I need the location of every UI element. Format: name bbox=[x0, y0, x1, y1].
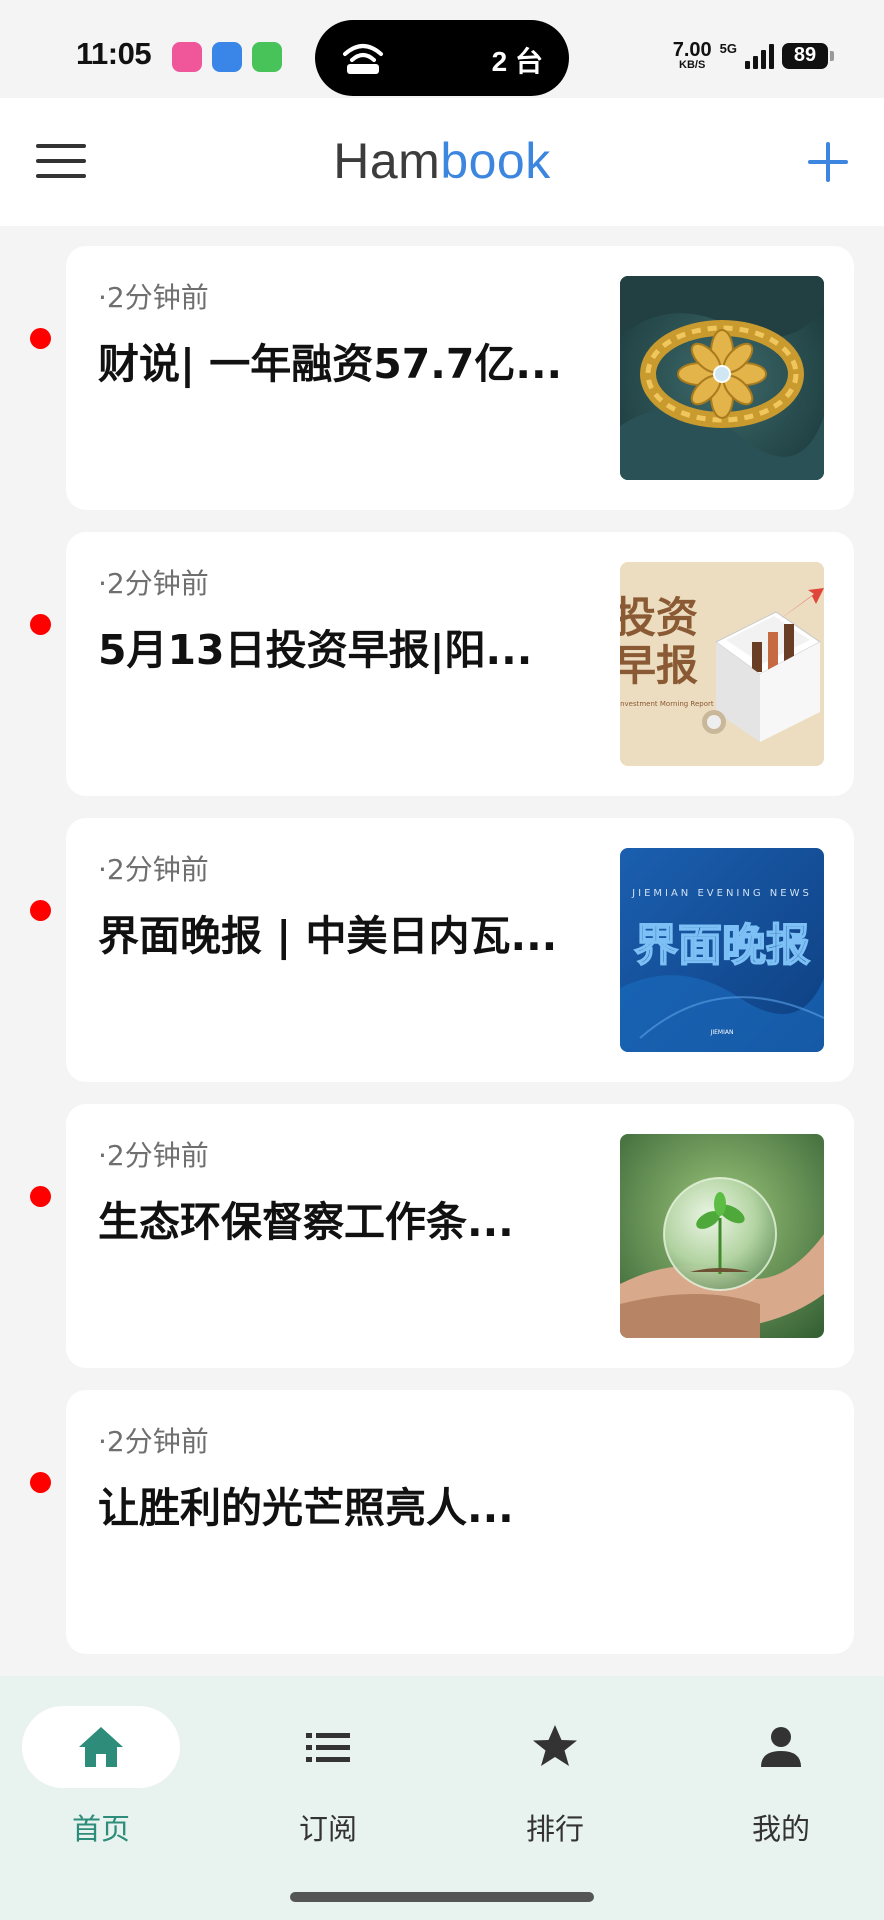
battery-level: 89 bbox=[793, 44, 817, 66]
plus-icon[interactable] bbox=[808, 142, 848, 182]
star-icon bbox=[533, 1725, 577, 1766]
nav-label-home: 首页 bbox=[71, 1812, 130, 1846]
connected-devices-count: 2 台 bbox=[491, 46, 543, 77]
article-title: 界面晚报 | 中美日内瓦... bbox=[98, 912, 558, 960]
article-card[interactable]: ·2分钟前 生态环保督察工作条... bbox=[66, 1104, 854, 1368]
system-indicators: 7.00 KB/S 5G 89 bbox=[673, 40, 834, 71]
status-bar: 11:05 2 台 7.00 KB/S 5G 89 bbox=[0, 0, 884, 98]
glass-globe-plant-image bbox=[620, 1134, 824, 1338]
notification-app-icons bbox=[172, 42, 282, 72]
android-app-icon bbox=[212, 42, 242, 72]
article-thumbnail: JIEMIAN EVENING NEWS 界面晚报 JIEMIAN bbox=[620, 848, 824, 1052]
network-speed-unit: KB/S bbox=[679, 59, 706, 71]
article-time: ·2分钟前 bbox=[98, 567, 209, 600]
home-icon bbox=[79, 1727, 123, 1767]
nav-item-home[interactable]: 首页 bbox=[16, 1706, 186, 1846]
app-title-part1: Ham bbox=[333, 133, 441, 189]
list-item[interactable]: ·2分钟前 财说| 一年融资57.7亿... bbox=[0, 246, 884, 510]
list-item[interactable]: ·2分钟前 5月13日投资早报|阳... 投资 早报 Investment Mo… bbox=[0, 532, 884, 796]
article-thumbnail bbox=[620, 276, 824, 480]
article-thumbnail: 投资 早报 Investment Morning Report bbox=[620, 562, 824, 766]
gold-flower-ring-image bbox=[620, 276, 824, 480]
article-time: ·2分钟前 bbox=[98, 281, 209, 314]
nav-label-subscriptions: 订阅 bbox=[298, 1812, 357, 1846]
unread-indicator bbox=[30, 1472, 51, 1493]
signal-strength-icon bbox=[745, 43, 774, 69]
list-item[interactable]: ·2分钟前 让胜利的光芒照亮人... bbox=[0, 1390, 884, 1654]
article-card[interactable]: ·2分钟前 界面晚报 | 中美日内瓦... JIEMIAN EVENING NE… bbox=[66, 818, 854, 1082]
dynamic-island[interactable]: 2 台 bbox=[315, 20, 569, 96]
unread-indicator bbox=[30, 328, 51, 349]
investment-report-image: 投资 早报 Investment Morning Report bbox=[620, 562, 824, 766]
bottom-navigation: 首页 订阅 排行 我的 bbox=[0, 1676, 884, 1920]
list-icon bbox=[306, 1733, 350, 1762]
nav-item-home-indicator bbox=[22, 1706, 180, 1788]
article-title: 让胜利的光芒照亮人... bbox=[98, 1484, 514, 1532]
thumbnail-title-line2: 早报 bbox=[620, 641, 698, 690]
thumbnail-title-line1: 投资 bbox=[620, 593, 698, 642]
thumbnail-subtitle: JIEMIAN EVENING NEWS bbox=[631, 888, 812, 899]
article-thumbnail bbox=[620, 1134, 824, 1338]
article-card[interactable]: ·2分钟前 让胜利的光芒照亮人... bbox=[66, 1390, 854, 1654]
app-title: Hambook bbox=[0, 132, 884, 190]
svg-text:JIEMIAN: JIEMIAN bbox=[710, 1029, 734, 1036]
top-app-bar: Hambook bbox=[0, 98, 884, 226]
bilibili-app-icon bbox=[172, 42, 202, 72]
nav-item-ranking[interactable]: 排行 bbox=[470, 1706, 640, 1846]
thumbnail-subtitle: Investment Morning Report bbox=[620, 700, 714, 708]
list-item[interactable]: ·2分钟前 界面晚报 | 中美日内瓦... JIEMIAN EVENING NE… bbox=[0, 818, 884, 1082]
nav-label-ranking: 排行 bbox=[525, 1812, 584, 1846]
network-speed-value: 7.00 bbox=[672, 39, 712, 61]
list-item[interactable]: ·2分钟前 生态环保督察工作条... bbox=[0, 1104, 884, 1368]
article-time: ·2分钟前 bbox=[98, 1425, 209, 1458]
status-time: 11:05 bbox=[76, 36, 152, 71]
person-icon bbox=[761, 1727, 801, 1767]
article-title: 5月13日投资早报|阳... bbox=[98, 626, 533, 674]
hotspot-icon bbox=[343, 44, 383, 74]
article-title: 生态环保督察工作条... bbox=[98, 1198, 514, 1246]
nav-label-profile: 我的 bbox=[751, 1812, 810, 1846]
thumbnail-title: 界面晚报 bbox=[634, 920, 810, 971]
battery-icon: 89 bbox=[782, 42, 834, 69]
article-title: 财说| 一年融资57.7亿... bbox=[98, 340, 563, 388]
unread-indicator bbox=[30, 614, 51, 635]
message-app-icon bbox=[252, 42, 282, 72]
nav-item-profile[interactable]: 我的 bbox=[696, 1706, 866, 1846]
unread-indicator bbox=[30, 900, 51, 921]
home-indicator[interactable] bbox=[290, 1892, 594, 1902]
article-time: ·2分钟前 bbox=[98, 1139, 209, 1172]
article-time: ·2分钟前 bbox=[98, 853, 209, 886]
article-card[interactable]: ·2分钟前 5月13日投资早报|阳... 投资 早报 Investment Mo… bbox=[66, 532, 854, 796]
app-title-part2: book bbox=[440, 133, 551, 189]
network-speed: 7.00 KB/S bbox=[673, 40, 712, 71]
unread-indicator bbox=[30, 1186, 51, 1207]
article-card[interactable]: ·2分钟前 财说| 一年融资57.7亿... bbox=[66, 246, 854, 510]
article-feed: ·2分钟前 财说| 一年融资57.7亿... ·2分钟前 5月13日投资早报|阳… bbox=[0, 226, 884, 1676]
nav-item-subscriptions[interactable]: 订阅 bbox=[243, 1706, 413, 1846]
evening-news-image: JIEMIAN EVENING NEWS 界面晚报 JIEMIAN bbox=[620, 848, 824, 1052]
network-type: 5G bbox=[719, 41, 737, 56]
